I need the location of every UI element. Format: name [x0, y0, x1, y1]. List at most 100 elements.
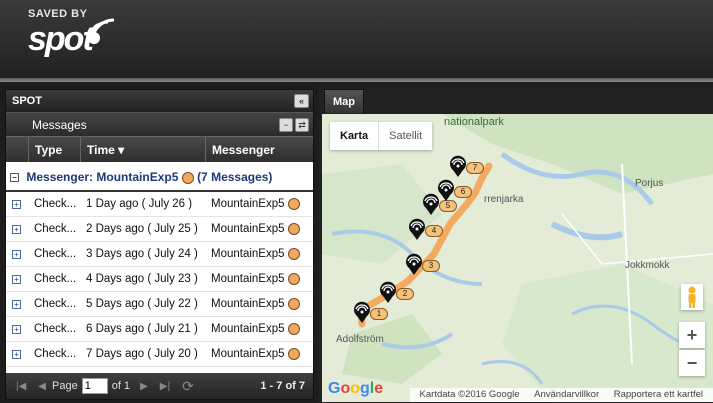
site-header: SAVED BY spot [0, 0, 713, 82]
cell-messenger: MountainExp5 [205, 322, 313, 336]
cell-type: Check... [34, 223, 77, 235]
collapse-panel-button[interactable]: « [294, 94, 309, 108]
cell-time: 7 Days ago ( July 20 ) [86, 348, 198, 360]
messenger-name: MountainExp5 [211, 248, 285, 261]
messages-title: Messages [32, 118, 87, 132]
map-type-satellit[interactable]: Satellit [378, 122, 432, 150]
column-messenger[interactable]: Messenger [205, 137, 313, 162]
table-row[interactable]: + Check... 4 Days ago ( July 23 ) MountainE… [6, 267, 313, 292]
zoom-in-button[interactable]: + [679, 322, 705, 348]
marker-label: 7 [466, 162, 484, 174]
group-count: (7 Messages) [197, 170, 273, 184]
cell-type: Check... [34, 348, 77, 360]
record-count: 1 - 7 of 7 [260, 380, 305, 392]
logo-saved-by-text: SAVED BY [28, 8, 88, 20]
cell-time: 6 Days ago ( July 21 ) [86, 323, 198, 335]
page-total: of 1 [111, 380, 131, 392]
cell-time: 2 Days ago ( July 25 ) [86, 223, 198, 235]
messenger-name: MountainExp5 [211, 323, 285, 336]
cell-time: 3 Days ago ( July 24 ) [86, 248, 198, 260]
messenger-color-dot [287, 247, 300, 260]
checkin-marker-icon[interactable] [437, 179, 455, 201]
checkin-marker-icon[interactable] [353, 301, 371, 323]
map-type-karta[interactable]: Karta [330, 122, 378, 150]
checkin-marker-icon[interactable] [379, 281, 397, 303]
map-type-control: Karta Satellit [330, 122, 433, 150]
table-row[interactable]: + Check... 6 Days ago ( July 21 ) MountainE… [6, 317, 313, 342]
cell-type: Check... [34, 248, 77, 260]
column-header: Type Time ▾ Messenger [6, 136, 313, 162]
page-label: Page [52, 380, 78, 392]
checkin-marker-icon[interactable] [405, 253, 423, 275]
table-row[interactable]: + Check... 5 Days ago ( July 22 ) MountainE… [6, 292, 313, 317]
expand-row-icon[interactable]: + [6, 198, 28, 210]
cell-time: 1 Day ago ( July 26 ) [86, 198, 193, 210]
zoom-out-button[interactable]: − [679, 350, 705, 376]
table-row[interactable]: + Check... 7 Days ago ( July 20 ) MountainE… [6, 342, 313, 367]
messenger-color-dot [287, 297, 300, 310]
table-row[interactable]: + Check... 1 Day ago ( July 26 ) MountainEx… [6, 192, 313, 217]
next-page-icon[interactable]: ▶ [140, 381, 148, 392]
last-page-icon[interactable]: ▶| [160, 381, 170, 392]
messenger-name: MountainExp5 [211, 348, 285, 361]
panel-title: SPOT « [6, 90, 313, 112]
signal-waves-icon [88, 18, 115, 44]
refresh-button[interactable]: ⇄ [295, 118, 309, 132]
expand-row-icon[interactable]: + [6, 273, 28, 285]
cell-type: Check... [34, 273, 77, 285]
group-label: Messenger: MountainExp5 [26, 170, 179, 184]
expand-row-icon[interactable]: + [6, 298, 28, 310]
collapse-group-icon[interactable]: − [10, 173, 19, 183]
cell-type: Check... [34, 198, 77, 210]
minimize-button[interactable]: − [279, 118, 293, 132]
cell-messenger: MountainExp5 [205, 247, 313, 261]
expand-row-icon[interactable]: + [6, 223, 28, 235]
pagination-bar: |◀ ◀ Page of 1 ▶ ▶| ⟳ 1 - 7 of 7 [6, 373, 313, 399]
first-page-icon[interactable]: |◀ [16, 381, 26, 392]
panel-title-text: SPOT [12, 95, 42, 107]
map-data-credit: Kartdata ©2016 Google [419, 389, 520, 400]
checkin-marker-icon[interactable] [408, 218, 426, 240]
place-label: Jokkmokk [625, 260, 670, 271]
column-time[interactable]: Time ▾ [80, 137, 205, 162]
map-panel: Map nationalpark rrenjarka Porjus Jokkmo… [319, 86, 713, 403]
terms-link[interactable]: Användarvillkor [534, 389, 599, 400]
refresh-list-icon[interactable]: ⟳ [182, 378, 194, 395]
google-logo: Google [328, 380, 384, 397]
marker-label: 2 [396, 288, 414, 300]
column-type[interactable]: Type [28, 137, 80, 162]
cell-time: 5 Days ago ( July 22 ) [86, 298, 198, 310]
cell-messenger: MountainExp5 [205, 222, 313, 236]
cell-type: Check... [34, 298, 77, 310]
pegman-icon[interactable] [681, 284, 703, 310]
tab-map[interactable]: Map [324, 89, 364, 113]
marker-label: 5 [439, 200, 457, 212]
map-attribution: Kartdata ©2016 Google Användarvillkor Ra… [409, 388, 713, 402]
messenger-color-dot [287, 197, 300, 210]
checkin-marker-icon[interactable] [449, 155, 467, 177]
cell-messenger: MountainExp5 [205, 347, 313, 361]
place-label: rrenjarka [484, 194, 524, 205]
prev-page-icon[interactable]: ◀ [38, 381, 46, 392]
messenger-name: MountainExp5 [211, 223, 285, 236]
marker-label: 1 [370, 308, 388, 320]
map-canvas[interactable]: nationalpark rrenjarka Porjus Jokkmokk A… [322, 114, 713, 402]
expand-row-icon[interactable]: + [6, 348, 28, 360]
expand-row-icon[interactable]: + [6, 323, 28, 335]
messenger-color-dot [287, 222, 300, 235]
map-background [322, 114, 713, 402]
marker-label: 4 [425, 225, 443, 237]
messenger-color-dot [181, 171, 194, 184]
place-label: Porjus [635, 178, 664, 189]
marker-label: 6 [454, 186, 472, 198]
report-error-link[interactable]: Rapportera ett kartfel [614, 389, 703, 400]
spot-panel: SPOT « Messages − ⇄ Type Time ▾ Messenge… [5, 89, 314, 400]
table-row[interactable]: + Check... 3 Days ago ( July 24 ) MountainE… [6, 242, 313, 267]
cell-messenger: MountainExp5 [205, 272, 313, 285]
expand-row-icon[interactable]: + [6, 248, 28, 260]
cell-messenger: MountainExp5 [205, 297, 313, 310]
page-input[interactable] [81, 378, 108, 394]
messenger-group-row[interactable]: − Messenger: MountainExp5 (7 Messages) [6, 162, 313, 192]
messages-header: Messages − ⇄ [6, 112, 313, 136]
table-row[interactable]: + Check... 2 Days ago ( July 25 ) MountainE… [6, 217, 313, 242]
